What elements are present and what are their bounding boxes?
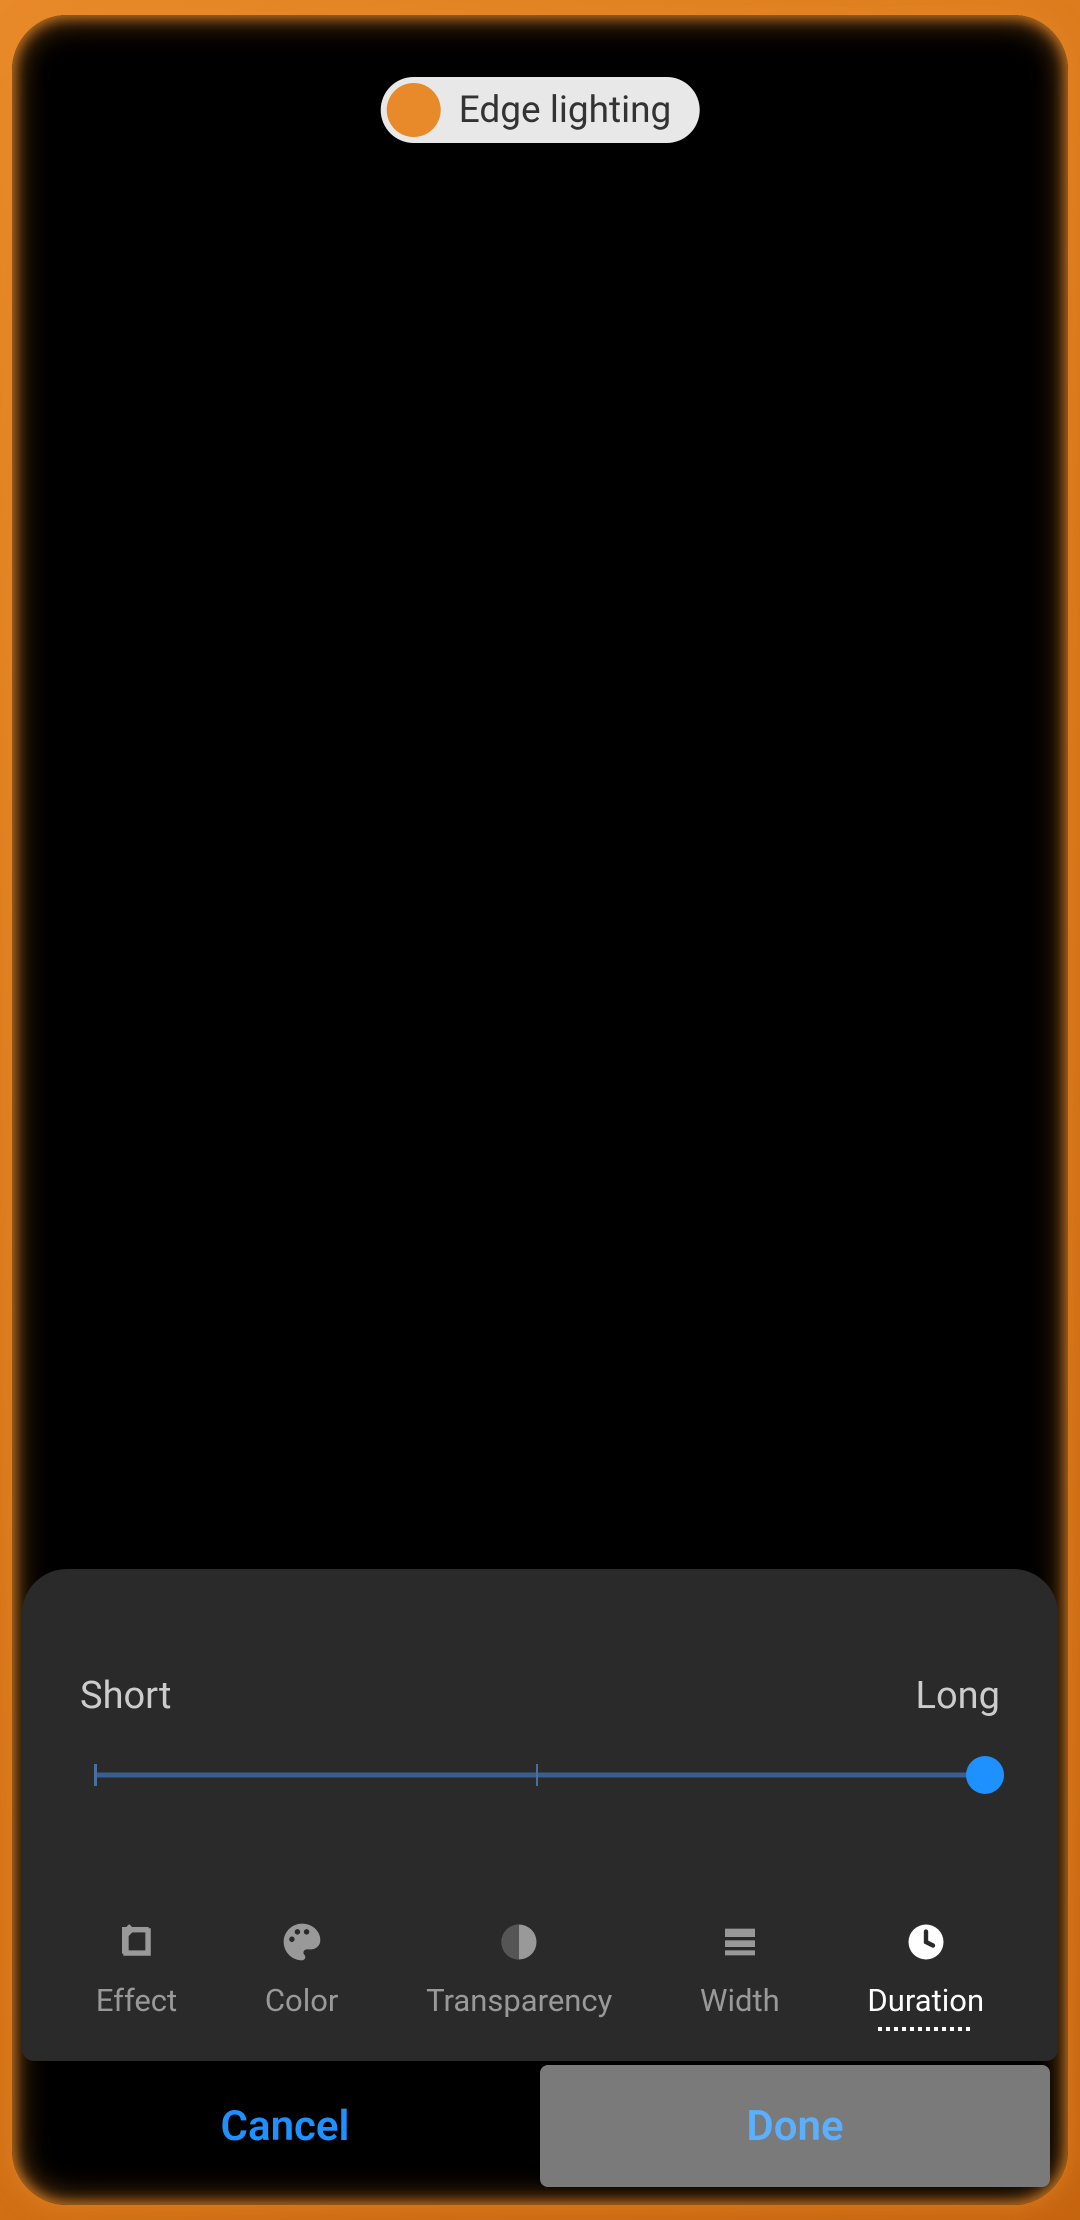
tab-effect[interactable]: Effect [96, 1920, 177, 2019]
notification-color-dot [387, 83, 441, 137]
transparency-icon [497, 1920, 541, 1964]
edge-lighting-pill[interactable]: Edge lighting [381, 77, 700, 143]
slider-labels: Short Long [80, 1674, 1000, 1718]
palette-icon [280, 1920, 324, 1964]
cancel-button-label: Cancel [221, 2102, 350, 2151]
slider-track [94, 1773, 996, 1778]
clock-icon [904, 1920, 948, 1964]
slider-tick-start [94, 1764, 97, 1786]
tab-duration[interactable]: Duration [867, 1920, 984, 2019]
width-icon [718, 1920, 762, 1964]
tab-width[interactable]: Width [700, 1920, 780, 2019]
notification-label: Edge lighting [459, 89, 672, 132]
bottom-button-row: Cancel Done [30, 2065, 1050, 2187]
slider-thumb[interactable] [966, 1756, 1004, 1794]
tab-width-label: Width [700, 1982, 780, 2019]
tab-effect-label: Effect [96, 1982, 177, 2019]
controls-panel: Short Long Effect Color [22, 1569, 1058, 2061]
done-button[interactable]: Done [540, 2065, 1050, 2187]
tab-transparency-label: Transparency [426, 1982, 612, 2019]
done-button-label: Done [746, 2102, 843, 2151]
tab-color-label: Color [265, 1982, 339, 2019]
slider-tick-middle [536, 1764, 538, 1786]
device-frame: Edge lighting Short Long Effect [12, 15, 1068, 2205]
tab-duration-label: Duration [867, 1982, 984, 2019]
effect-icon [115, 1920, 159, 1964]
tabs-row: Effect Color Transparency Width [22, 1920, 1058, 2019]
tab-transparency[interactable]: Transparency [426, 1920, 612, 2019]
slider-max-label: Long [916, 1674, 1000, 1718]
active-tab-underline [878, 2027, 973, 2031]
tab-color[interactable]: Color [265, 1920, 339, 2019]
cancel-button[interactable]: Cancel [30, 2065, 540, 2187]
slider-min-label: Short [80, 1674, 171, 1718]
duration-slider[interactable] [94, 1757, 996, 1793]
